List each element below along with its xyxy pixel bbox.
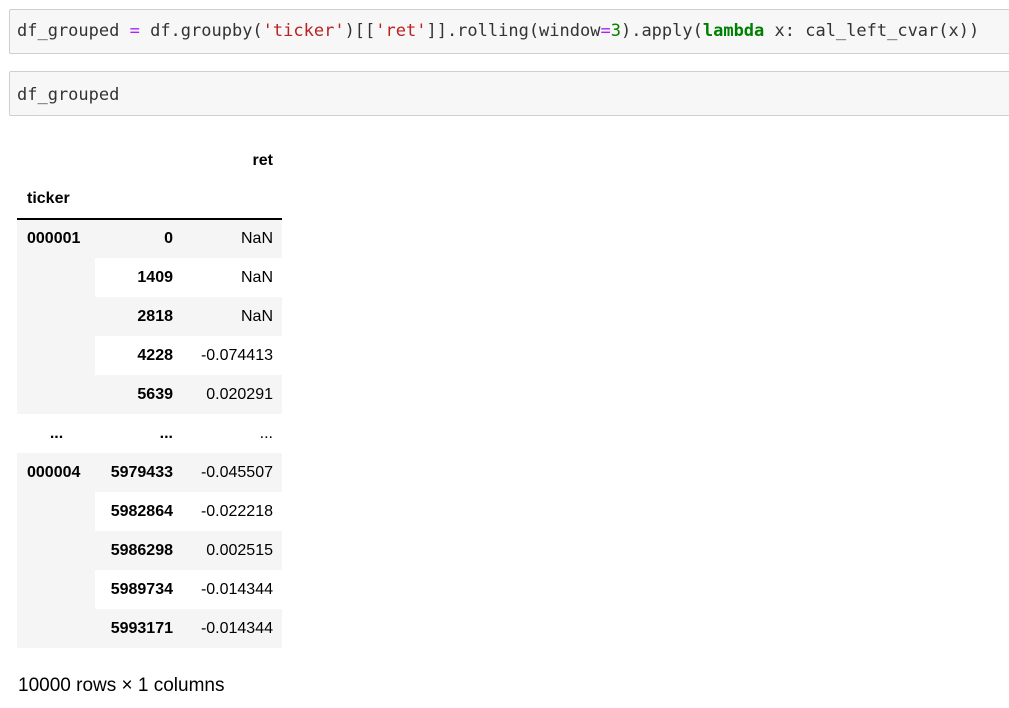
table-row: 000001 0 NaN bbox=[17, 219, 282, 258]
index-level1: 5639 bbox=[95, 375, 182, 414]
code-token: = bbox=[600, 21, 611, 41]
dataframe-body: 000001 0 NaN 1409 NaN 2818 NaN 4228 -0.074413 563… bbox=[17, 219, 282, 648]
index-level0 bbox=[17, 336, 95, 375]
index-level1: 5979433 bbox=[95, 453, 182, 492]
table-row: 1409 NaN bbox=[17, 258, 282, 297]
cell-ret: -0.014344 bbox=[182, 570, 282, 609]
cell-ret: -0.022218 bbox=[182, 492, 282, 531]
table-row: 000004 5979433 -0.045507 bbox=[17, 453, 282, 492]
code-token: ]].rolling(window bbox=[426, 21, 601, 41]
code-token: )[[ bbox=[344, 21, 376, 41]
index-level1: 5982864 bbox=[95, 492, 182, 531]
index-level0 bbox=[17, 492, 95, 531]
index-level1: 2818 bbox=[95, 297, 182, 336]
cell-ret: 0.020291 bbox=[182, 375, 282, 414]
table-row: 5639 0.020291 bbox=[17, 375, 282, 414]
index-level0: 000001 bbox=[17, 219, 95, 258]
dataframe-shape: 10000 rows × 1 columns bbox=[18, 675, 225, 696]
code-token: = bbox=[129, 21, 140, 41]
cell-ret: NaN bbox=[182, 219, 282, 258]
table-row: ......... bbox=[17, 414, 282, 453]
code-token: 3 bbox=[610, 21, 621, 41]
code-token: df_grouped bbox=[17, 21, 130, 41]
code-token: lambda bbox=[702, 21, 765, 41]
index-name-row: ticker bbox=[17, 180, 282, 220]
table-row: 5986298 0.002515 bbox=[17, 531, 282, 570]
table-row: 5989734 -0.014344 bbox=[17, 570, 282, 609]
index-level1: ... bbox=[95, 414, 182, 453]
index-level1: 5993171 bbox=[95, 609, 182, 648]
index-name-ticker: ticker bbox=[17, 180, 95, 220]
index-level1: 1409 bbox=[95, 258, 182, 297]
dataframe-output: ret ticker 000001 0 NaN 1409 NaN 2818 NaN 4228-… bbox=[17, 141, 282, 648]
code-token: 'ret' bbox=[375, 21, 427, 41]
code-cell-display[interactable]: df_grouped bbox=[9, 71, 1009, 116]
column-header-row: ret bbox=[17, 141, 282, 180]
cell-ret: -0.014344 bbox=[182, 609, 282, 648]
code-token: x: cal_left_cvar(x)) bbox=[764, 21, 980, 41]
table-row: 5993171 -0.014344 bbox=[17, 609, 282, 648]
column-header-ret: ret bbox=[252, 151, 273, 169]
table-row: 5982864 -0.022218 bbox=[17, 492, 282, 531]
cell-ret: ... bbox=[182, 414, 282, 453]
cell-ret: 0.002515 bbox=[182, 531, 282, 570]
index-level0 bbox=[17, 609, 95, 648]
table-row: 2818 NaN bbox=[17, 297, 282, 336]
index-level0: 000004 bbox=[17, 453, 95, 492]
index-level1: 0 bbox=[95, 219, 182, 258]
index-level1: 5989734 bbox=[95, 570, 182, 609]
index-level0 bbox=[17, 258, 95, 297]
cell-ret: -0.074413 bbox=[182, 336, 282, 375]
table-row: 4228 -0.074413 bbox=[17, 336, 282, 375]
code-token: ).apply( bbox=[620, 21, 703, 41]
index-level0 bbox=[17, 531, 95, 570]
index-level1: 4228 bbox=[95, 336, 182, 375]
code-cell-groupby[interactable]: df_grouped = df.groupby('ticker')[['ret'… bbox=[9, 9, 1009, 54]
cell-ret: NaN bbox=[182, 297, 282, 336]
code-token: 'ticker' bbox=[262, 21, 345, 41]
index-level1: 5986298 bbox=[95, 531, 182, 570]
code-token: df.groupby( bbox=[139, 21, 263, 41]
index-level0 bbox=[17, 570, 95, 609]
code-token: df_grouped bbox=[17, 85, 120, 105]
cell-ret: -0.045507 bbox=[182, 453, 282, 492]
index-level0 bbox=[17, 297, 95, 336]
index-level0: ... bbox=[17, 414, 95, 453]
cell-ret: NaN bbox=[182, 258, 282, 297]
index-level0 bbox=[17, 375, 95, 414]
